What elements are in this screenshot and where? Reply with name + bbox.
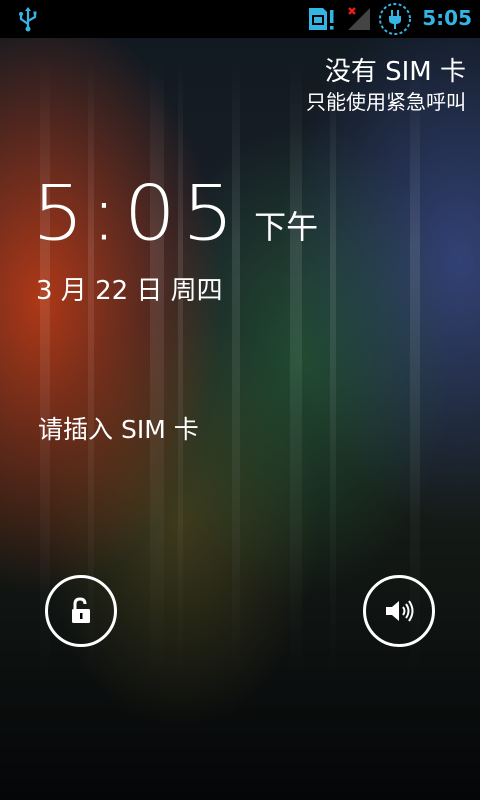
unlock-icon [72, 597, 90, 623]
unlock-button[interactable] [45, 575, 117, 647]
carrier-status: 没有 SIM 卡 [324, 57, 466, 87]
sim-missing-icon [309, 8, 334, 30]
lockscreen-date: 3 月 22 日 周四 [36, 276, 223, 306]
sound-toggle-button[interactable] [363, 575, 435, 647]
battery-charging-icon [379, 3, 411, 35]
status-bar: 5:05 [0, 0, 480, 38]
carrier-info: 没有 SIM 卡 只能使用紧急呼叫 [306, 56, 466, 116]
clock-time: 5:05 [32, 170, 241, 258]
lockscreen-clock: 5:05 下午 [32, 166, 318, 256]
status-clock: 5:05 [422, 6, 472, 30]
emergency-calls-only: 只能使用紧急呼叫 [306, 90, 466, 114]
insert-sim-message: 请插入 SIM 卡 [38, 415, 199, 444]
wallpaper-streaks [0, 0, 480, 800]
sound-on-icon [386, 600, 414, 622]
clock-ampm: 下午 [254, 208, 319, 246]
usb-icon [19, 7, 37, 32]
no-signal-icon [348, 7, 370, 30]
